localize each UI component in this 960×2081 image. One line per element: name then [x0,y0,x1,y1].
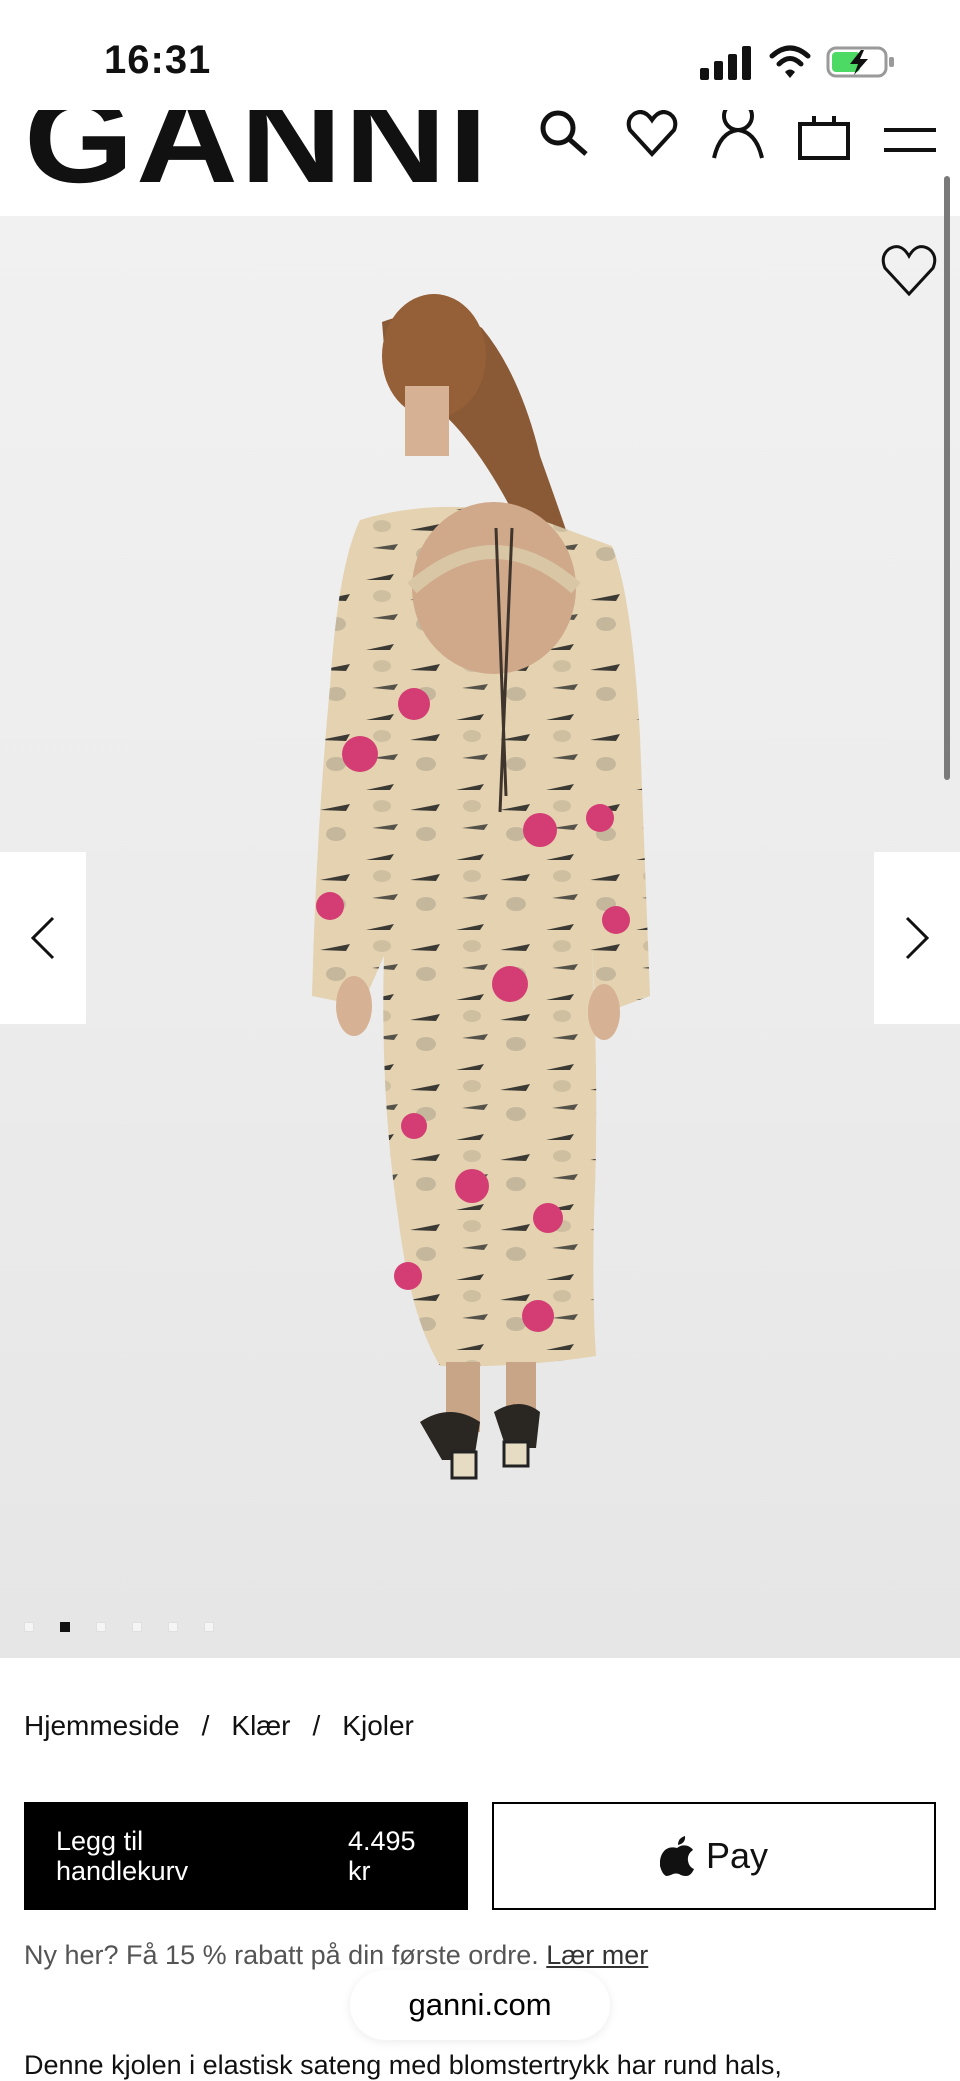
cellular-signal-icon [700,46,751,80]
menu-icon[interactable] [882,110,938,170]
pagination-dot[interactable] [24,1622,34,1632]
status-time: 16:31 [104,38,212,82]
browser-address-bar[interactable]: ganni.com [350,1970,610,2040]
status-bar: 16:31 [0,0,960,110]
pagination-dot[interactable] [204,1622,214,1632]
previous-image-button[interactable] [0,852,86,1024]
breadcrumb-separator: / [312,1710,321,1741]
apple-pay-label: Pay [705,1835,769,1876]
product-price: 4.495 kr [348,1826,416,1886]
product-image-gallery[interactable] [0,216,960,1658]
gallery-pagination [24,1622,214,1632]
apple-logo-icon [659,1836,694,1876]
bag-icon[interactable] [796,110,852,170]
chevron-right-icon [905,916,930,960]
chevron-left-icon [30,916,55,960]
add-to-wishlist-heart-icon[interactable] [880,244,938,298]
site-header: GANNI [0,110,960,216]
pagination-dot[interactable] [96,1622,106,1632]
product-description: Denne kjolen i elastisk sateng med bloms… [24,2050,782,2080]
search-icon[interactable] [536,110,592,170]
promo-banner: Ny her? Få 15 % rabatt på din første ord… [24,1940,648,1971]
product-photo [312,294,650,1480]
account-icon[interactable] [710,110,766,170]
battery-charging-icon [826,46,894,78]
breadcrumb: Hjemmeside / Klær / Kjoler [24,1710,414,1742]
next-image-button[interactable] [874,852,960,1024]
breadcrumb-separator: / [201,1710,210,1741]
promo-text: Ny her? Få 15 % rabatt på din første ord… [24,1940,539,1970]
learn-more-link[interactable]: Lær mer [546,1940,648,1970]
breadcrumb-clothing[interactable]: Klær [231,1710,290,1742]
apple-pay-button[interactable]: Pay [492,1802,936,1910]
breadcrumb-home[interactable]: Hjemmeside [24,1710,180,1742]
page-scrollbar[interactable] [944,176,950,780]
ganni-logo[interactable]: GANNI [24,110,490,202]
wifi-icon [769,45,811,78]
add-to-cart-label: Legg til handlekurv [56,1826,189,1886]
breadcrumb-dresses[interactable]: Kjoler [342,1710,414,1742]
browser-url: ganni.com [408,1987,552,2022]
pagination-dot[interactable] [132,1622,142,1632]
add-to-cart-button[interactable]: Legg til handlekurv 4.495 kr [24,1802,468,1910]
pagination-dot[interactable] [168,1622,178,1632]
pagination-dot-active[interactable] [60,1622,70,1632]
wishlist-icon[interactable] [624,110,680,170]
